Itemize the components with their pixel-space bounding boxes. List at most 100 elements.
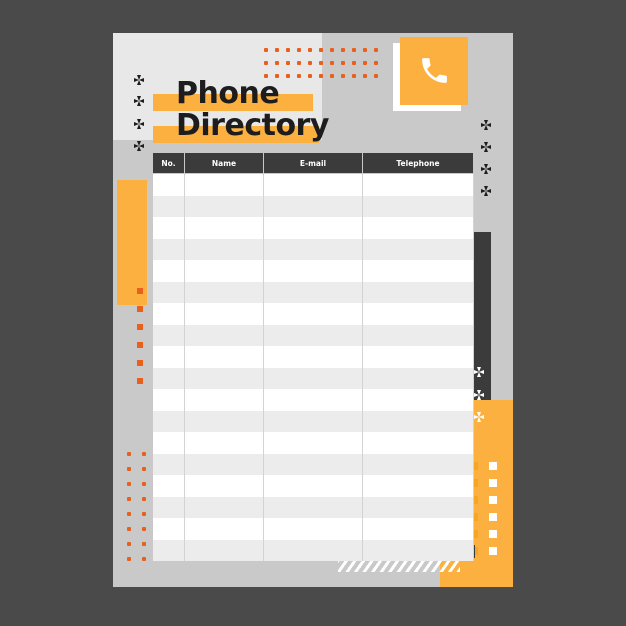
- table-cell-email[interactable]: [263, 453, 363, 475]
- table-cell-telephone[interactable]: [362, 173, 474, 196]
- table-cell-no[interactable]: [153, 496, 185, 518]
- table-cell-name[interactable]: [184, 518, 264, 540]
- table-cell-no[interactable]: [153, 367, 185, 389]
- table-cell-no[interactable]: [153, 260, 185, 282]
- table-cell-email[interactable]: [263, 518, 363, 540]
- table-cell-email[interactable]: [263, 281, 363, 303]
- table-row[interactable]: [153, 217, 474, 239]
- phone-handset-icon: [422, 58, 447, 83]
- table-cell-email[interactable]: [263, 367, 363, 389]
- table-cell-email[interactable]: [263, 173, 363, 196]
- table-cell-email[interactable]: [263, 195, 363, 217]
- table-cell-telephone[interactable]: [362, 518, 474, 540]
- table-row[interactable]: [153, 432, 474, 454]
- sparkle-icon: [473, 411, 484, 422]
- table-cell-name[interactable]: [184, 346, 264, 368]
- table-cell-email[interactable]: [263, 346, 363, 368]
- table-cell-email[interactable]: [263, 539, 363, 561]
- table-cell-name[interactable]: [184, 303, 264, 325]
- table-cell-name[interactable]: [184, 367, 264, 389]
- table-row[interactable]: [153, 496, 474, 518]
- table-cell-name[interactable]: [184, 496, 264, 518]
- table-cell-no[interactable]: [153, 173, 185, 196]
- table-cell-name[interactable]: [184, 453, 264, 475]
- table-cell-email[interactable]: [263, 410, 363, 432]
- table-cell-name[interactable]: [184, 432, 264, 454]
- white-square-column: [489, 462, 497, 564]
- table-cell-name[interactable]: [184, 324, 264, 346]
- table-row[interactable]: [153, 260, 474, 282]
- table-cell-telephone[interactable]: [362, 346, 474, 368]
- table-cell-email[interactable]: [263, 432, 363, 454]
- table-cell-telephone[interactable]: [362, 260, 474, 282]
- table-row[interactable]: [153, 238, 474, 260]
- sparkle-icon: [473, 366, 484, 377]
- table-cell-email[interactable]: [263, 260, 363, 282]
- table-row[interactable]: [153, 346, 474, 368]
- table-cell-email[interactable]: [263, 303, 363, 325]
- table-row[interactable]: [153, 303, 474, 325]
- table-cell-email[interactable]: [263, 217, 363, 239]
- table-cell-email[interactable]: [263, 324, 363, 346]
- table-cell-name[interactable]: [184, 389, 264, 411]
- table-cell-no[interactable]: [153, 389, 185, 411]
- table-row[interactable]: [153, 453, 474, 475]
- table-row[interactable]: [153, 281, 474, 303]
- column-header-email: E-mail: [263, 152, 363, 174]
- table-cell-telephone[interactable]: [362, 367, 474, 389]
- table-cell-email[interactable]: [263, 389, 363, 411]
- table-cell-no[interactable]: [153, 346, 185, 368]
- table-cell-telephone[interactable]: [362, 389, 474, 411]
- phone-directory-table[interactable]: No. Name E-mail Telephone: [153, 152, 474, 561]
- table-cell-name[interactable]: [184, 539, 264, 561]
- table-cell-name[interactable]: [184, 173, 264, 196]
- poster-canvas: Phone Directory No. Name E-mail Telephon…: [0, 0, 626, 626]
- table-row[interactable]: [153, 173, 474, 196]
- table-row[interactable]: [153, 518, 474, 540]
- table-cell-name[interactable]: [184, 475, 264, 497]
- table-cell-name[interactable]: [184, 195, 264, 217]
- table-cell-name[interactable]: [184, 260, 264, 282]
- table-cell-no[interactable]: [153, 195, 185, 217]
- table-cell-telephone[interactable]: [362, 496, 474, 518]
- table-cell-no[interactable]: [153, 453, 185, 475]
- table-cell-telephone[interactable]: [362, 453, 474, 475]
- table-cell-telephone[interactable]: [362, 324, 474, 346]
- table-row[interactable]: [153, 410, 474, 432]
- table-row[interactable]: [153, 475, 474, 497]
- table-cell-no[interactable]: [153, 518, 185, 540]
- table-cell-name[interactable]: [184, 217, 264, 239]
- table-cell-telephone[interactable]: [362, 195, 474, 217]
- table-cell-no[interactable]: [153, 281, 185, 303]
- table-cell-no[interactable]: [153, 475, 185, 497]
- table-body: [153, 173, 474, 561]
- sparkle-icon: [480, 185, 491, 196]
- table-cell-email[interactable]: [263, 475, 363, 497]
- table-cell-no[interactable]: [153, 303, 185, 325]
- table-cell-name[interactable]: [184, 281, 264, 303]
- table-cell-telephone[interactable]: [362, 432, 474, 454]
- table-cell-no[interactable]: [153, 410, 185, 432]
- table-row[interactable]: [153, 367, 474, 389]
- table-cell-email[interactable]: [263, 496, 363, 518]
- table-cell-telephone[interactable]: [362, 303, 474, 325]
- table-row[interactable]: [153, 324, 474, 346]
- sparkle-icon: [133, 118, 144, 129]
- table-cell-no[interactable]: [153, 324, 185, 346]
- table-cell-telephone[interactable]: [362, 238, 474, 260]
- table-cell-no[interactable]: [153, 238, 185, 260]
- table-cell-telephone[interactable]: [362, 539, 474, 561]
- table-cell-no[interactable]: [153, 217, 185, 239]
- table-cell-telephone[interactable]: [362, 281, 474, 303]
- table-cell-email[interactable]: [263, 238, 363, 260]
- table-row[interactable]: [153, 195, 474, 217]
- table-cell-telephone[interactable]: [362, 217, 474, 239]
- table-row[interactable]: [153, 539, 474, 561]
- table-row[interactable]: [153, 389, 474, 411]
- table-cell-name[interactable]: [184, 238, 264, 260]
- table-cell-name[interactable]: [184, 410, 264, 432]
- table-cell-no[interactable]: [153, 432, 185, 454]
- table-cell-telephone[interactable]: [362, 475, 474, 497]
- table-cell-telephone[interactable]: [362, 410, 474, 432]
- table-cell-no[interactable]: [153, 539, 185, 561]
